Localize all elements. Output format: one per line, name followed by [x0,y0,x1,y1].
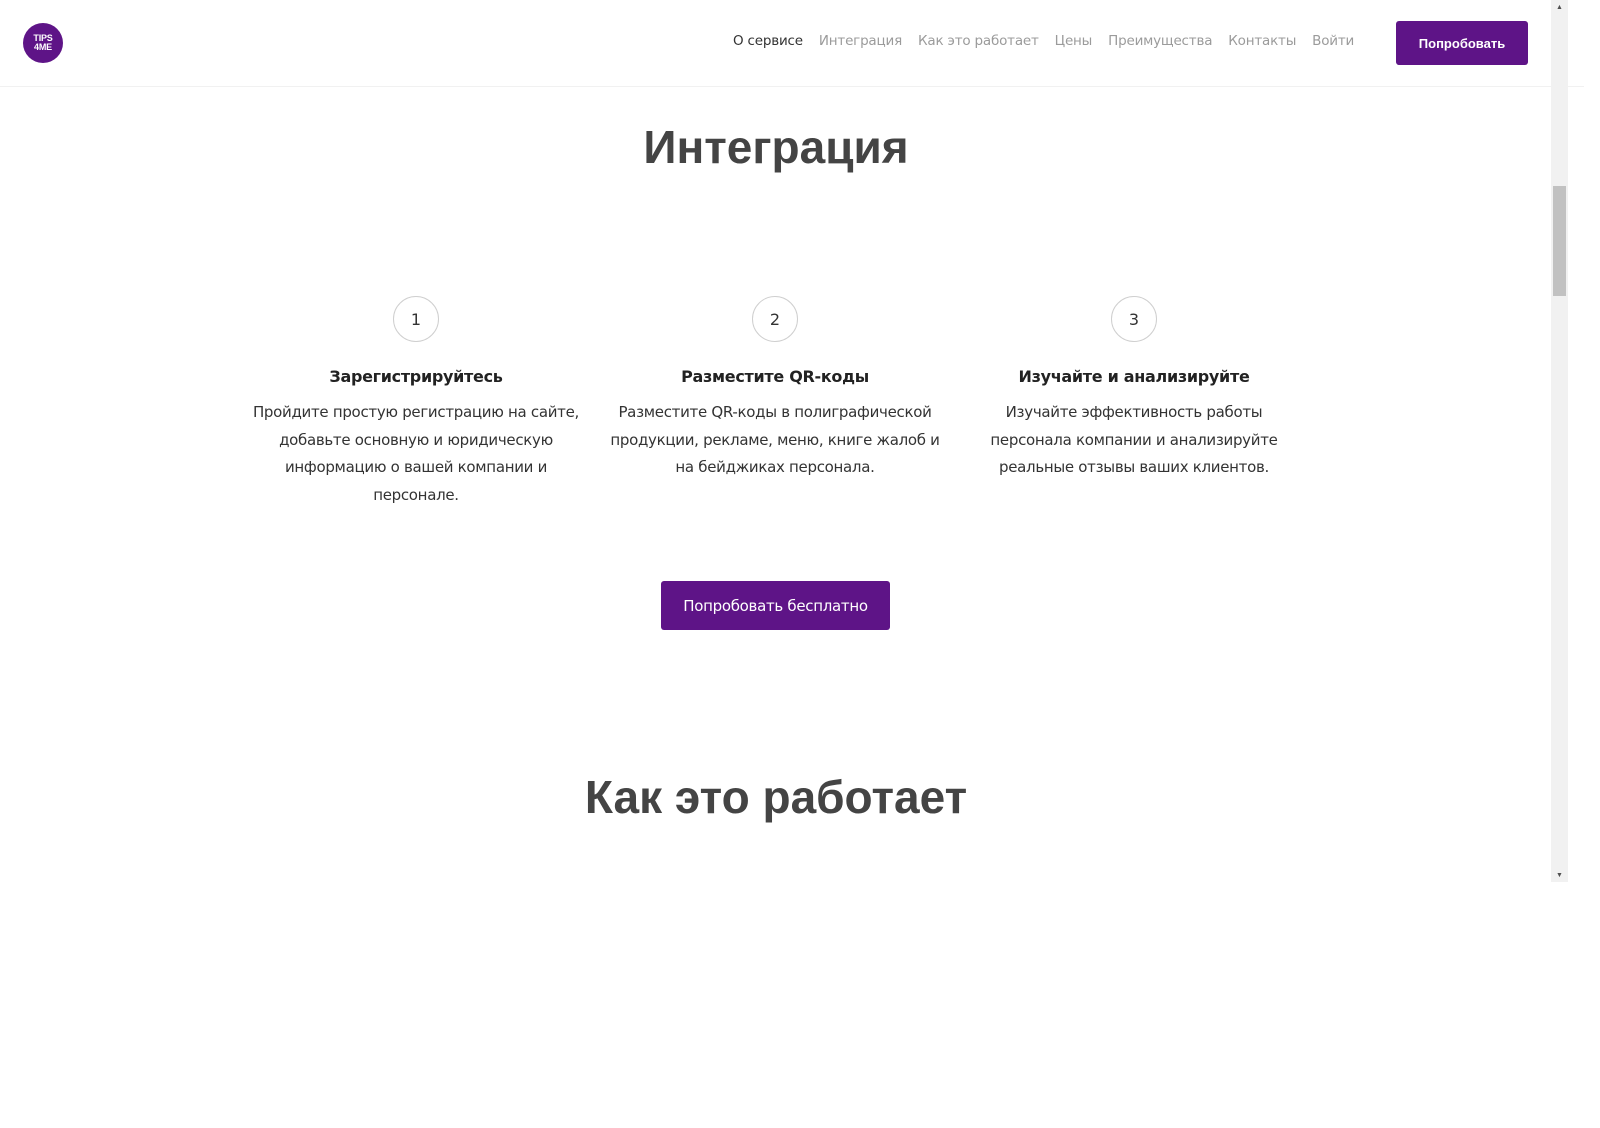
step-description: Пройдите простую регистрацию на сайте, д… [252,403,580,504]
step-number-badge: 1 [393,296,439,342]
step-analyze: 3 Изучайте и анализируйте Изучайте эффек… [964,296,1304,482]
step-description: Разместите QR-коды в полиграфической про… [610,403,940,476]
header-try-button[interactable]: Попробовать [1396,21,1528,65]
step-title: Разместите QR-коды [681,367,869,386]
tips4me-logo[interactable]: TIPS 4ME [23,23,63,63]
logo-line-2: 4ME [34,42,52,52]
page: TIPS 4ME О сервисе Интеграция Как это ра… [0,0,1584,1128]
step-number-badge: 3 [1111,296,1157,342]
page-scrollbar[interactable]: ▲ ▼ [1551,0,1568,882]
main-nav: О сервисе Интеграция Как это работает Це… [733,33,1354,49]
nav-about[interactable]: О сервисе [733,33,803,49]
how-it-works-title: Как это работает [584,771,968,823]
scroll-down-arrow-icon[interactable]: ▼ [1551,868,1568,882]
step-title: Изучайте и анализируйте [1018,367,1250,386]
nav-contacts[interactable]: Контакты [1228,33,1296,49]
step-place-qr: 2 Разместите QR-коды Разместите QR-коды … [605,296,945,482]
site-header: TIPS 4ME О сервисе Интеграция Как это ра… [0,0,1584,87]
try-free-button[interactable]: Попробовать бесплатно [661,581,890,630]
nav-advantages[interactable]: Преимущества [1108,33,1212,49]
nav-how-it-works[interactable]: Как это работает [918,33,1039,49]
step-description: Изучайте эффективность работы персонала … [990,403,1278,476]
step-number-badge: 2 [752,296,798,342]
step-register: 1 Зарегистрируйтесь Пройдите простую рег… [246,296,586,509]
scroll-up-arrow-icon[interactable]: ▲ [1551,0,1568,14]
nav-prices[interactable]: Цены [1055,33,1093,49]
nav-login[interactable]: Войти [1312,33,1354,49]
nav-integration[interactable]: Интеграция [819,33,902,49]
integration-title: Интеграция [643,121,909,173]
scrollbar-thumb[interactable] [1553,186,1566,296]
step-title: Зарегистрируйтесь [329,367,503,386]
